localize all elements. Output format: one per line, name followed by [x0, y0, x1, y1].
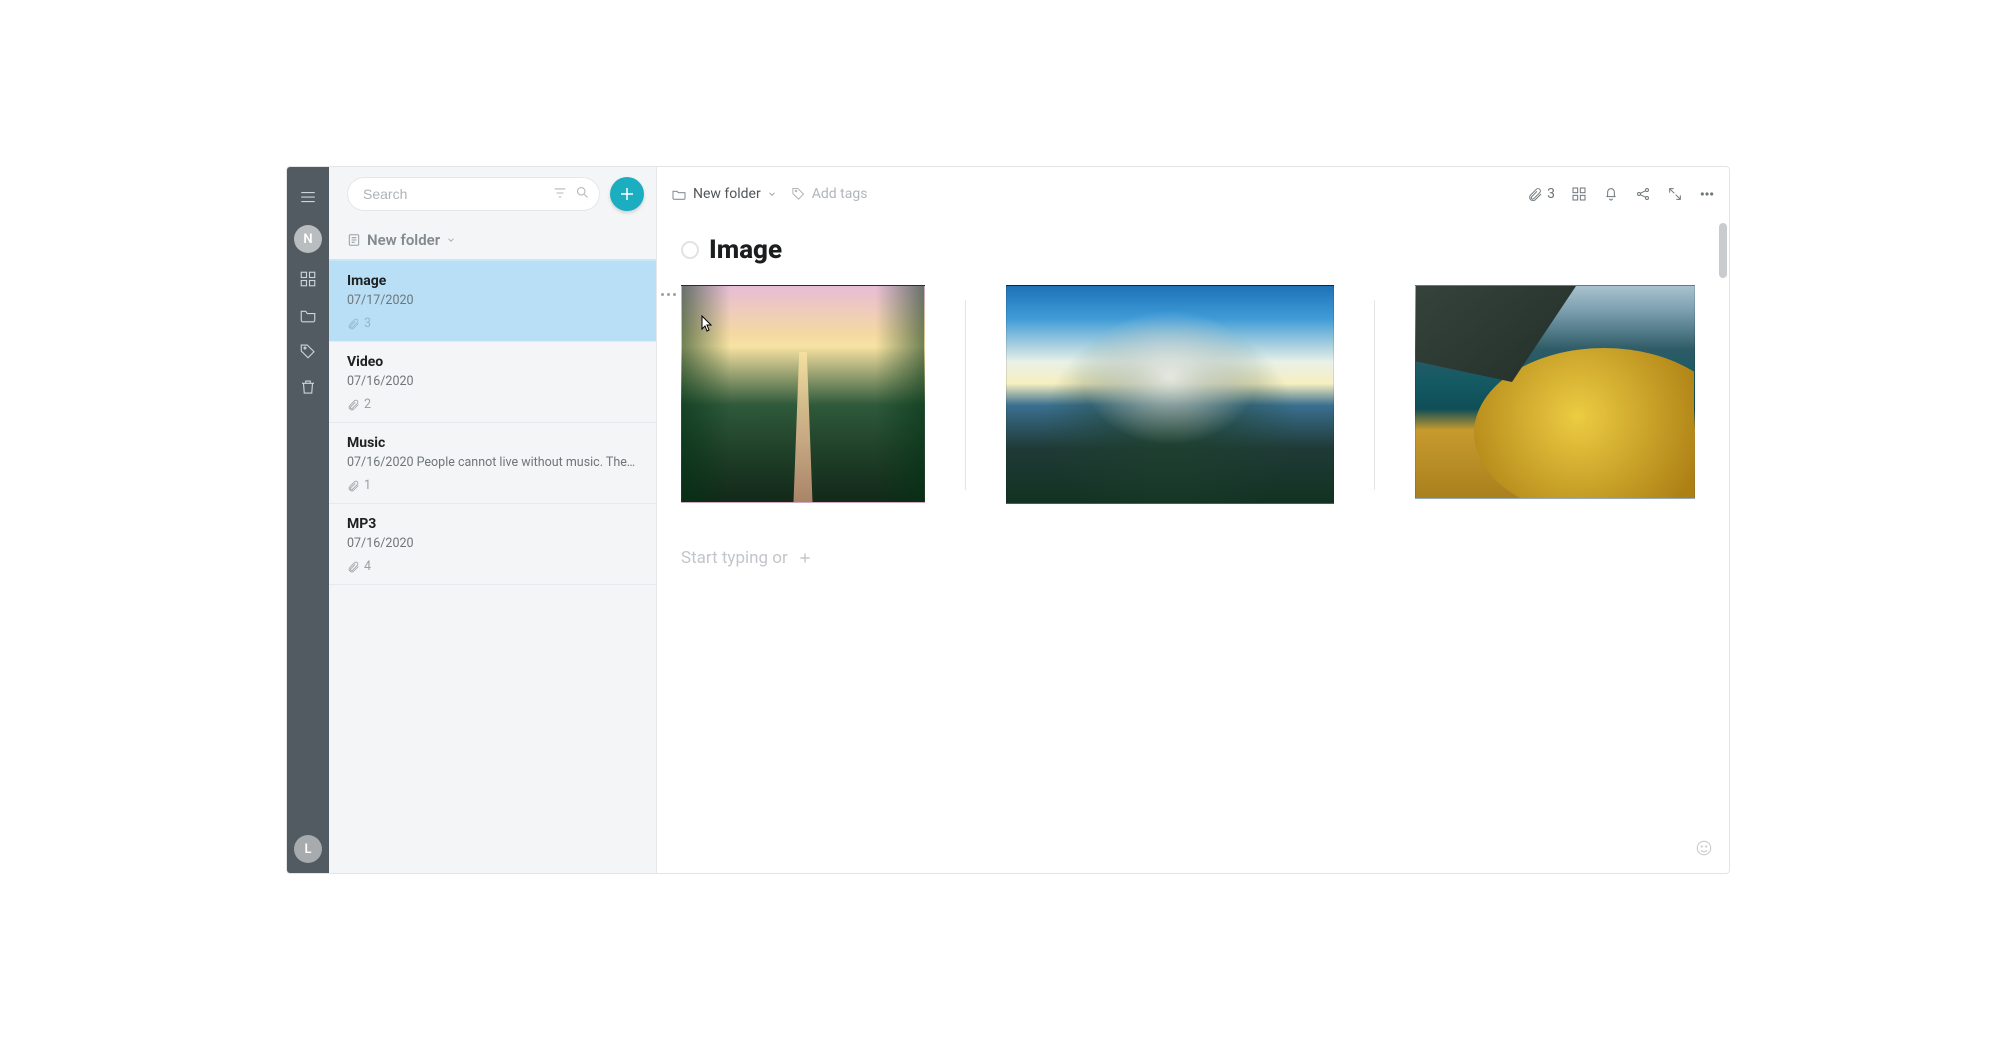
main-pane: New folder Add tags 3 — [657, 167, 1729, 873]
avatar-top[interactable]: N — [294, 225, 322, 253]
image-slot — [681, 285, 925, 503]
attachments-button[interactable]: 3 — [1527, 186, 1555, 202]
note-item-title: Video — [347, 354, 638, 370]
breadcrumb-label: New folder — [693, 186, 761, 202]
note-item[interactable]: Image 07/17/2020 3 — [329, 261, 656, 342]
plus-icon[interactable] — [796, 549, 814, 567]
image-thumbnail[interactable] — [681, 285, 925, 503]
search-icon[interactable] — [575, 185, 590, 204]
note-item[interactable]: MP3 07/16/2020 4 — [329, 504, 656, 585]
note-item-title: Image — [347, 273, 638, 289]
note-item-subtitle: 07/17/2020 — [347, 293, 638, 308]
folder-icon[interactable] — [287, 297, 329, 333]
dashboard-icon[interactable] — [287, 261, 329, 297]
toolbar-icons: 3 — [1527, 186, 1715, 202]
avatar-bottom[interactable]: L — [294, 835, 322, 863]
nav-rail: N L — [287, 167, 329, 873]
expand-icon[interactable] — [1667, 186, 1683, 202]
scrollbar-thumb[interactable] — [1719, 223, 1727, 278]
typing-prompt[interactable]: Start typing or — [681, 516, 1705, 568]
scrollbar[interactable] — [1719, 223, 1727, 869]
typing-prompt-label: Start typing or — [681, 548, 788, 568]
note-item[interactable]: Video 07/16/2020 2 — [329, 342, 656, 423]
image-slot — [1415, 285, 1695, 499]
note-item-attachments: 4 — [347, 559, 638, 574]
folder-selector-label: New folder — [367, 231, 440, 249]
bell-icon[interactable] — [1603, 186, 1619, 202]
grid-view-icon[interactable] — [1571, 186, 1587, 202]
main-toolbar: New folder Add tags 3 — [657, 167, 1729, 221]
note-item-subtitle: 07/16/2020 People cannot live without mu… — [347, 455, 638, 470]
note-item[interactable]: Music 07/16/2020 People cannot live with… — [329, 423, 656, 504]
share-icon[interactable] — [1635, 186, 1651, 202]
note-item-attachments: 1 — [347, 478, 638, 493]
note-item-subtitle: 07/16/2020 — [347, 536, 638, 551]
add-tags-button[interactable]: Add tags — [791, 186, 868, 202]
image-options-icon[interactable] — [661, 293, 676, 296]
image-gallery — [681, 277, 1705, 516]
page-title[interactable]: Image — [709, 235, 782, 265]
tag-icon[interactable] — [287, 333, 329, 369]
add-tags-label: Add tags — [812, 186, 868, 202]
app-window: N L — [286, 166, 1730, 874]
cursor-icon — [701, 315, 713, 337]
emoji-icon[interactable] — [1695, 839, 1713, 861]
attachments-count: 3 — [1547, 186, 1555, 202]
add-note-button[interactable] — [610, 177, 644, 211]
note-list-column: New folder Image 07/17/2020 3 Video 07/1… — [329, 167, 657, 873]
note-item-subtitle: 07/16/2020 — [347, 374, 638, 389]
folder-selector[interactable]: New folder — [329, 221, 656, 261]
image-slot — [1006, 285, 1334, 504]
note-item-attachments: 2 — [347, 397, 638, 412]
note-list: Image 07/17/2020 3 Video 07/16/2020 2 Mu… — [329, 261, 656, 873]
menu-icon[interactable] — [287, 179, 329, 215]
note-item-attachments: 3 — [347, 316, 638, 331]
complete-checkbox[interactable] — [681, 241, 699, 259]
list-top-bar — [329, 167, 656, 221]
image-thumbnail[interactable] — [1415, 285, 1695, 499]
gallery-divider — [1374, 300, 1375, 490]
more-icon[interactable] — [1699, 186, 1715, 202]
search-box[interactable] — [347, 177, 600, 211]
image-thumbnail[interactable] — [1006, 285, 1334, 504]
gallery-divider — [965, 300, 966, 490]
trash-icon[interactable] — [287, 369, 329, 405]
filter-icon[interactable] — [553, 185, 567, 204]
breadcrumb[interactable]: New folder — [671, 186, 777, 202]
search-input[interactable] — [363, 186, 553, 202]
note-item-title: MP3 — [347, 516, 638, 532]
note-item-title: Music — [347, 435, 638, 451]
note-content: Start typing or — [657, 269, 1729, 576]
page-title-row: Image — [657, 221, 1729, 269]
